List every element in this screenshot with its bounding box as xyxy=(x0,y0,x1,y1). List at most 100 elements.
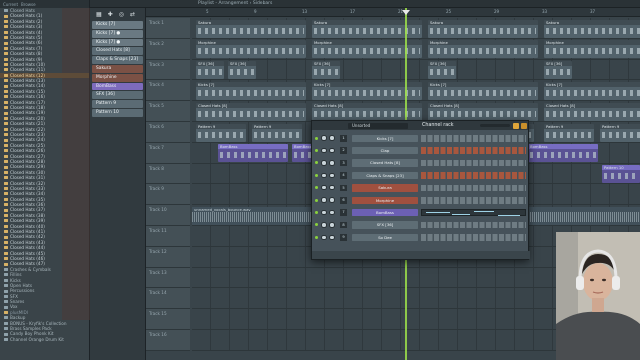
pattern-item[interactable]: Closed Hats [8] xyxy=(92,47,143,56)
channel-row[interactable]: 2 Clap xyxy=(312,145,530,156)
mute-led-icon[interactable] xyxy=(315,210,318,214)
mixer-track-number[interactable]: 5 xyxy=(340,184,347,192)
pattern-clip[interactable]: Pattern 9 xyxy=(544,123,594,142)
pattern-item[interactable]: Morphine xyxy=(92,73,143,82)
mixer-track-number[interactable]: 4 xyxy=(340,172,347,179)
pattern-clip[interactable]: Pattern 10 xyxy=(602,165,640,184)
target-icon[interactable]: ◎ xyxy=(119,11,124,18)
volume-knob[interactable] xyxy=(329,147,335,154)
channel-row[interactable]: 6 Morphine xyxy=(312,195,530,206)
pattern-item[interactable]: Claps & Snaps [23] xyxy=(92,56,143,64)
volume-knob[interactable] xyxy=(329,172,335,179)
pattern-clip[interactable]: Kicks [7] xyxy=(544,81,640,100)
pattern-item[interactable]: Kicks [7] xyxy=(92,21,143,29)
pan-knob[interactable] xyxy=(321,197,327,203)
volume-knob[interactable] xyxy=(329,160,335,166)
grid-icon[interactable]: ▦ xyxy=(96,11,102,18)
track-header[interactable]: Track 8 xyxy=(146,163,190,185)
track-header[interactable]: Track 4 xyxy=(146,80,190,102)
add-icon[interactable]: ✚ xyxy=(108,11,113,18)
mute-led-icon[interactable] xyxy=(315,223,318,227)
track-header[interactable]: Track 7 xyxy=(146,142,190,164)
track-header[interactable]: Track 15 xyxy=(146,309,190,330)
mixer-track-number[interactable]: 6 xyxy=(340,197,347,204)
step-sequencer[interactable] xyxy=(421,172,526,179)
step-sequencer[interactable] xyxy=(421,234,526,241)
pattern-clip[interactable]: BomBass xyxy=(218,144,288,163)
step-sequencer[interactable] xyxy=(421,135,526,142)
channel-name-button[interactable]: Clap xyxy=(352,146,418,155)
volume-knob[interactable] xyxy=(329,135,335,141)
swap-icon[interactable]: ⇄ xyxy=(130,11,135,18)
track-header[interactable]: Track 16 xyxy=(146,330,190,351)
channel-group-select[interactable]: Unsorted xyxy=(348,122,408,129)
pattern-clip[interactable]: SFX [36] xyxy=(428,61,456,80)
mute-led-icon[interactable] xyxy=(315,186,318,190)
channel-row[interactable]: 3 Closed Hats [8] xyxy=(312,158,530,169)
track-header[interactable]: Track 6 xyxy=(146,122,190,143)
track-header[interactable]: Track 13 xyxy=(146,267,190,289)
channel-name-button[interactable]: Sakura xyxy=(352,184,418,192)
mute-led-icon[interactable] xyxy=(315,198,318,202)
mute-led-icon[interactable] xyxy=(315,136,318,140)
pattern-clip[interactable]: Pattern 9 xyxy=(252,123,302,142)
channel-name-button[interactable]: Kicks [7] xyxy=(352,134,418,142)
mixer-track-number[interactable]: 7 xyxy=(340,209,347,216)
channel-name-button[interactable]: Closed Hats [8] xyxy=(352,159,418,167)
pattern-item[interactable]: Sakura xyxy=(92,64,143,73)
step-sequencer[interactable] xyxy=(421,184,526,192)
volume-knob[interactable] xyxy=(329,184,335,191)
step-mode-icon[interactable] xyxy=(513,122,519,129)
pattern-clip[interactable]: SFX [36] xyxy=(312,61,340,80)
channel-rack-titlebar[interactable]: Unsorted Channel rack xyxy=(312,121,528,130)
browser-tab-browse[interactable]: Browse xyxy=(21,2,36,7)
pan-knob[interactable] xyxy=(321,147,327,154)
browser-tab-current[interactable]: Current xyxy=(3,2,18,7)
track-header[interactable]: Track 1 xyxy=(146,18,190,39)
track-header[interactable]: Track 5 xyxy=(146,101,190,122)
graph-mode-icon[interactable] xyxy=(521,122,527,129)
pattern-item[interactable]: Kicks [7] ● xyxy=(92,29,143,38)
pattern-clip[interactable]: Pattern 9 xyxy=(600,123,640,142)
pattern-clip[interactable]: Kicks [7] xyxy=(196,81,306,100)
pattern-clip[interactable]: Morphine xyxy=(428,40,538,59)
channel-name-button[interactable]: So Dee xyxy=(352,233,418,242)
volume-knob[interactable] xyxy=(329,197,335,203)
mixer-track-number[interactable]: 9 xyxy=(340,234,347,241)
pattern-item[interactable]: SFX [36] xyxy=(92,91,143,100)
step-sequencer[interactable] xyxy=(421,159,526,167)
pan-knob[interactable] xyxy=(321,209,327,216)
playhead-marker-icon[interactable] xyxy=(402,10,410,15)
pattern-clip[interactable]: SFX [36] xyxy=(544,61,572,80)
pattern-clip[interactable]: Kicks [7] xyxy=(428,81,538,100)
volume-knob[interactable] xyxy=(329,209,335,216)
volume-knob[interactable] xyxy=(329,234,335,241)
pattern-item[interactable]: Pattern 10 xyxy=(92,108,143,117)
pattern-clip[interactable]: Closed Hats [8] xyxy=(428,102,538,121)
pattern-clip[interactable]: Closed Hats [8] xyxy=(544,102,640,121)
timeline-ruler[interactable]: 5 9 13 17 21 25 29 33 37 xyxy=(146,8,640,17)
channel-row[interactable]: 7 BomBass xyxy=(312,207,530,218)
pattern-clip[interactable]: Pattern 9 xyxy=(196,123,246,142)
mixer-track-number[interactable]: 2 xyxy=(340,147,347,154)
pattern-clip[interactable]: Sakura xyxy=(428,19,538,38)
pan-knob[interactable] xyxy=(321,234,327,241)
mute-led-icon[interactable] xyxy=(315,235,318,239)
step-sequencer[interactable] xyxy=(421,147,526,154)
track-header[interactable]: Track 9 xyxy=(146,184,190,206)
volume-knob[interactable] xyxy=(329,222,335,228)
step-sequencer[interactable] xyxy=(421,197,526,204)
mute-led-icon[interactable] xyxy=(315,173,318,177)
mute-led-icon[interactable] xyxy=(315,161,318,165)
channel-row[interactable]: 9 So Dee xyxy=(312,232,530,243)
channel-name-button[interactable]: Morphine xyxy=(352,196,418,204)
channel-row[interactable]: 4 Claps & Snaps [23] xyxy=(312,170,530,181)
channel-rack-footer[interactable] xyxy=(312,251,530,259)
pan-knob[interactable] xyxy=(321,184,327,191)
track-header[interactable]: Track 12 xyxy=(146,246,190,268)
track-lane[interactable] xyxy=(192,59,640,81)
pattern-clip[interactable]: BomBass xyxy=(528,144,598,163)
channel-row[interactable]: 5 Sakura xyxy=(312,183,530,194)
pattern-clip[interactable]: Sakura xyxy=(196,19,306,38)
mute-led-icon[interactable] xyxy=(315,148,318,152)
